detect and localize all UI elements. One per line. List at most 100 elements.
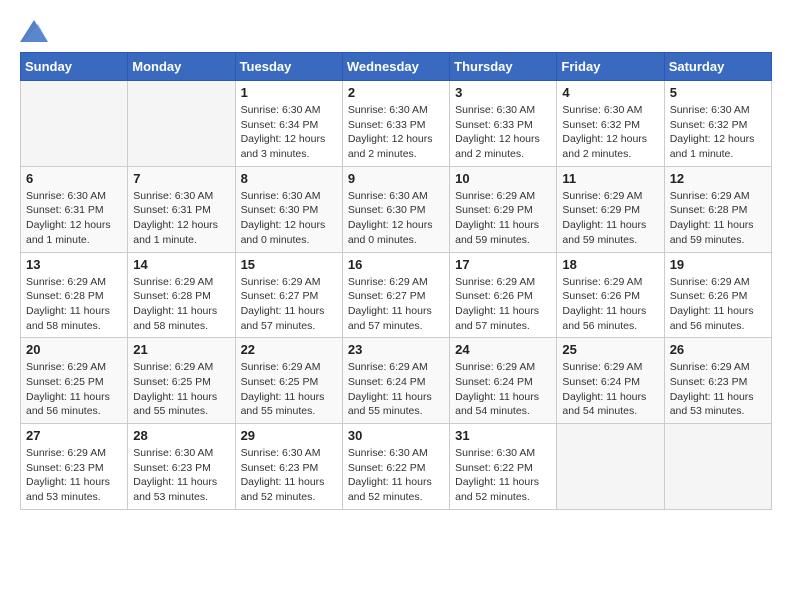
day-info: Sunrise: 6:30 AMSunset: 6:30 PMDaylight:… xyxy=(241,189,337,248)
day-number: 9 xyxy=(348,171,444,186)
day-number: 1 xyxy=(241,85,337,100)
day-info: Sunrise: 6:30 AMSunset: 6:32 PMDaylight:… xyxy=(562,103,658,162)
calendar-day-cell: 11 Sunrise: 6:29 AMSunset: 6:29 PMDayligh… xyxy=(557,166,664,252)
weekday-header: Sunday xyxy=(21,53,128,81)
calendar-day-cell: 19 Sunrise: 6:29 AMSunset: 6:26 PMDayligh… xyxy=(664,252,771,338)
weekday-header: Friday xyxy=(557,53,664,81)
day-number: 3 xyxy=(455,85,551,100)
day-number: 17 xyxy=(455,257,551,272)
weekday-header-row: SundayMondayTuesdayWednesdayThursdayFrid… xyxy=(21,53,772,81)
day-info: Sunrise: 6:29 AMSunset: 6:23 PMDaylight:… xyxy=(26,446,122,505)
calendar-day-cell: 3 Sunrise: 6:30 AMSunset: 6:33 PMDaylight… xyxy=(450,81,557,167)
calendar-day-cell: 18 Sunrise: 6:29 AMSunset: 6:26 PMDayligh… xyxy=(557,252,664,338)
day-info: Sunrise: 6:29 AMSunset: 6:25 PMDaylight:… xyxy=(26,360,122,419)
day-number: 28 xyxy=(133,428,229,443)
calendar-week-row: 27 Sunrise: 6:29 AMSunset: 6:23 PMDayligh… xyxy=(21,424,772,510)
calendar-week-row: 1 Sunrise: 6:30 AMSunset: 6:34 PMDaylight… xyxy=(21,81,772,167)
logo xyxy=(20,20,52,42)
calendar-day-cell: 25 Sunrise: 6:29 AMSunset: 6:24 PMDayligh… xyxy=(557,338,664,424)
day-number: 26 xyxy=(670,342,766,357)
calendar-day-cell: 5 Sunrise: 6:30 AMSunset: 6:32 PMDaylight… xyxy=(664,81,771,167)
day-info: Sunrise: 6:29 AMSunset: 6:25 PMDaylight:… xyxy=(133,360,229,419)
day-info: Sunrise: 6:30 AMSunset: 6:22 PMDaylight:… xyxy=(455,446,551,505)
calendar-day-cell: 20Sunrise: 6:29 AMSunset: 6:25 PMDayligh… xyxy=(21,338,128,424)
calendar-day-cell: 31 Sunrise: 6:30 AMSunset: 6:22 PMDayligh… xyxy=(450,424,557,510)
calendar-day-cell: 22Sunrise: 6:29 AMSunset: 6:25 PMDayligh… xyxy=(235,338,342,424)
day-number: 10 xyxy=(455,171,551,186)
day-info: Sunrise: 6:29 AMSunset: 6:28 PMDaylight:… xyxy=(670,189,766,248)
day-info: Sunrise: 6:29 AMSunset: 6:26 PMDaylight:… xyxy=(562,275,658,334)
calendar-day-cell: 1 Sunrise: 6:30 AMSunset: 6:34 PMDaylight… xyxy=(235,81,342,167)
calendar-week-row: 6Sunrise: 6:30 AMSunset: 6:31 PMDaylight… xyxy=(21,166,772,252)
day-info: Sunrise: 6:29 AMSunset: 6:27 PMDaylight:… xyxy=(348,275,444,334)
calendar-day-cell: 13Sunrise: 6:29 AMSunset: 6:28 PMDayligh… xyxy=(21,252,128,338)
day-number: 5 xyxy=(670,85,766,100)
weekday-header: Saturday xyxy=(664,53,771,81)
day-number: 16 xyxy=(348,257,444,272)
calendar-day-cell: 6Sunrise: 6:30 AMSunset: 6:31 PMDaylight… xyxy=(21,166,128,252)
day-number: 11 xyxy=(562,171,658,186)
calendar-day-cell: 26 Sunrise: 6:29 AMSunset: 6:23 PMDayligh… xyxy=(664,338,771,424)
day-number: 8 xyxy=(241,171,337,186)
calendar-day-cell: 12Sunrise: 6:29 AMSunset: 6:28 PMDayligh… xyxy=(664,166,771,252)
day-info: Sunrise: 6:29 AMSunset: 6:26 PMDaylight:… xyxy=(455,275,551,334)
day-info: Sunrise: 6:29 AMSunset: 6:25 PMDaylight:… xyxy=(241,360,337,419)
day-number: 30 xyxy=(348,428,444,443)
calendar-table: SundayMondayTuesdayWednesdayThursdayFrid… xyxy=(20,52,772,510)
day-number: 27 xyxy=(26,428,122,443)
day-number: 4 xyxy=(562,85,658,100)
day-info: Sunrise: 6:29 AMSunset: 6:24 PMDaylight:… xyxy=(562,360,658,419)
day-info: Sunrise: 6:29 AMSunset: 6:28 PMDaylight:… xyxy=(133,275,229,334)
day-info: Sunrise: 6:30 AMSunset: 6:23 PMDaylight:… xyxy=(133,446,229,505)
day-info: Sunrise: 6:29 AMSunset: 6:29 PMDaylight:… xyxy=(562,189,658,248)
weekday-header: Tuesday xyxy=(235,53,342,81)
calendar-day-cell xyxy=(664,424,771,510)
day-number: 15 xyxy=(241,257,337,272)
calendar-day-cell: 30 Sunrise: 6:30 AMSunset: 6:22 PMDayligh… xyxy=(342,424,449,510)
day-info: Sunrise: 6:29 AMSunset: 6:29 PMDaylight:… xyxy=(455,189,551,248)
day-number: 18 xyxy=(562,257,658,272)
calendar-day-cell: 9Sunrise: 6:30 AMSunset: 6:30 PMDaylight… xyxy=(342,166,449,252)
day-number: 2 xyxy=(348,85,444,100)
calendar-day-cell: 4 Sunrise: 6:30 AMSunset: 6:32 PMDaylight… xyxy=(557,81,664,167)
weekday-header: Wednesday xyxy=(342,53,449,81)
calendar-week-row: 13Sunrise: 6:29 AMSunset: 6:28 PMDayligh… xyxy=(21,252,772,338)
calendar-day-cell xyxy=(128,81,235,167)
day-info: Sunrise: 6:29 AMSunset: 6:26 PMDaylight:… xyxy=(670,275,766,334)
day-info: Sunrise: 6:30 AMSunset: 6:34 PMDaylight:… xyxy=(241,103,337,162)
calendar-day-cell: 24Sunrise: 6:29 AMSunset: 6:24 PMDayligh… xyxy=(450,338,557,424)
day-info: Sunrise: 6:30 AMSunset: 6:23 PMDaylight:… xyxy=(241,446,337,505)
day-info: Sunrise: 6:29 AMSunset: 6:28 PMDaylight:… xyxy=(26,275,122,334)
day-number: 25 xyxy=(562,342,658,357)
calendar-day-cell: 10 Sunrise: 6:29 AMSunset: 6:29 PMDayligh… xyxy=(450,166,557,252)
day-info: Sunrise: 6:29 AMSunset: 6:24 PMDaylight:… xyxy=(348,360,444,419)
calendar-day-cell: 7 Sunrise: 6:30 AMSunset: 6:31 PMDaylight… xyxy=(128,166,235,252)
logo-icon xyxy=(20,20,48,42)
day-number: 14 xyxy=(133,257,229,272)
weekday-header: Monday xyxy=(128,53,235,81)
calendar-day-cell: 23 Sunrise: 6:29 AMSunset: 6:24 PMDayligh… xyxy=(342,338,449,424)
calendar-day-cell xyxy=(21,81,128,167)
calendar-day-cell: 16 Sunrise: 6:29 AMSunset: 6:27 PMDayligh… xyxy=(342,252,449,338)
calendar-day-cell: 2Sunrise: 6:30 AMSunset: 6:33 PMDaylight… xyxy=(342,81,449,167)
calendar-day-cell: 27 Sunrise: 6:29 AMSunset: 6:23 PMDayligh… xyxy=(21,424,128,510)
day-info: Sunrise: 6:29 AMSunset: 6:23 PMDaylight:… xyxy=(670,360,766,419)
calendar-day-cell: 14 Sunrise: 6:29 AMSunset: 6:28 PMDayligh… xyxy=(128,252,235,338)
calendar-day-cell: 21 Sunrise: 6:29 AMSunset: 6:25 PMDayligh… xyxy=(128,338,235,424)
day-number: 31 xyxy=(455,428,551,443)
calendar-day-cell xyxy=(557,424,664,510)
calendar-day-cell: 17 Sunrise: 6:29 AMSunset: 6:26 PMDayligh… xyxy=(450,252,557,338)
weekday-header: Thursday xyxy=(450,53,557,81)
day-info: Sunrise: 6:30 AMSunset: 6:33 PMDaylight:… xyxy=(455,103,551,162)
day-info: Sunrise: 6:30 AMSunset: 6:31 PMDaylight:… xyxy=(133,189,229,248)
page-header xyxy=(20,20,772,42)
day-number: 7 xyxy=(133,171,229,186)
day-info: Sunrise: 6:30 AMSunset: 6:31 PMDaylight:… xyxy=(26,189,122,248)
day-number: 23 xyxy=(348,342,444,357)
day-number: 19 xyxy=(670,257,766,272)
day-info: Sunrise: 6:30 AMSunset: 6:22 PMDaylight:… xyxy=(348,446,444,505)
day-number: 24 xyxy=(455,342,551,357)
calendar-day-cell: 29Sunrise: 6:30 AMSunset: 6:23 PMDayligh… xyxy=(235,424,342,510)
day-number: 21 xyxy=(133,342,229,357)
day-info: Sunrise: 6:30 AMSunset: 6:32 PMDaylight:… xyxy=(670,103,766,162)
